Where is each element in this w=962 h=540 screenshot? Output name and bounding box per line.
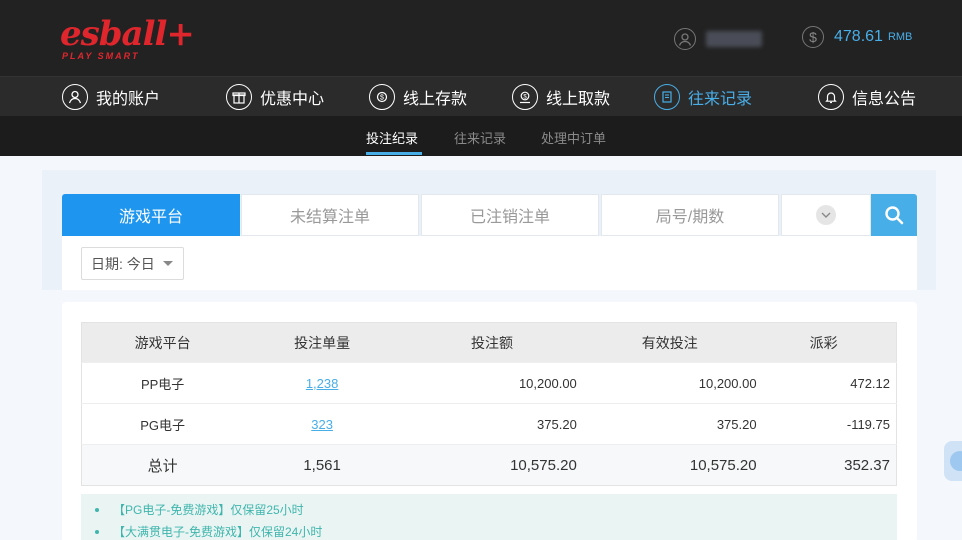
username-blurred [706,31,762,47]
col-header: 游戏平台 [81,322,244,363]
records-icon [654,84,680,110]
cell-platform: PP电子 [81,362,244,404]
bullet-icon [95,508,99,512]
cell-valid-bet: 10,200.00 [576,362,757,404]
nav-promotions[interactable]: 优惠中心 [226,83,324,111]
search-button[interactable] [871,194,917,236]
tab-unsettled[interactable]: 未结算注单 [241,194,419,236]
date-select-label: 日期: 今日 [91,255,155,272]
cell-valid-bet: 375.20 [576,403,757,445]
cell-total-valid-bet: 10,575.20 [576,444,757,486]
nav-label: 信息公告 [852,91,917,108]
deposit-icon: $ [369,84,395,110]
nav-my-account[interactable]: 我的账户 [62,83,160,111]
nav-records[interactable]: 往来记录 [654,83,752,111]
chevron-down-icon [816,205,836,225]
tab-round-number[interactable]: 局号/期数 [601,194,779,236]
col-header: 有效投注 [576,322,757,363]
date-filter-row: 日期: 今日 [62,236,917,290]
table-total-row: 总计 1,561 10,575.20 10,575.20 352.37 [81,444,897,486]
tab-game-platform[interactable]: 游戏平台 [62,194,240,236]
balance-currency: RMB [887,31,913,43]
logo-tagline: PLAY SMART [62,51,140,61]
notice-box: 【PG电子-免费游戏】仅保留25小时 【大满贯电子-免费游戏】仅保留24小时 [81,494,897,540]
brand-logo[interactable]: esball+ PLAY SMART [60,14,195,62]
count-link[interactable]: 323 [311,417,333,432]
caret-down-icon [162,261,173,266]
floating-chat-widget[interactable] [944,441,962,481]
cell-payout: -119.75 [756,403,897,445]
cell-bet: 10,200.00 [400,362,577,404]
bell-icon [818,84,844,110]
notice-item: 【大满贯电子-免费游戏】仅保留24小时 [95,521,897,540]
bet-summary-table: 游戏平台 投注单量 投注额 有效投注 派彩 PP电子 1,238 10,200.… [81,322,897,486]
user-account[interactable] [674,27,762,51]
cell-total-label: 总计 [81,444,244,486]
dollar-icon: $ [802,26,824,48]
cell-bet: 375.20 [400,403,577,445]
main-nav: 我的账户 优惠中心 $ 线上存款 $ 线上取款 往来记录 信息公告 [0,76,962,116]
cell-total-count: 1,561 [243,444,401,486]
notice-item: 【PG电子-免费游戏】仅保留25小时 [95,499,897,521]
withdraw-icon: $ [512,84,538,110]
sub-nav: 投注纪录 往来记录 处理中订单 [0,116,962,156]
subnav-active-indicator [366,152,422,155]
table-row: PP电子 1,238 10,200.00 10,200.00 472.12 [81,362,897,404]
svg-text:$: $ [380,95,384,102]
date-select[interactable]: 日期: 今日 [81,247,184,280]
user-icon [674,28,696,50]
user-icon [62,84,88,110]
balance-amount: 478.61 [834,28,883,45]
nav-label: 我的账户 [96,91,161,108]
logo-text: esball+ [60,14,195,54]
col-header: 派彩 [756,322,897,363]
subnav-pending-orders[interactable]: 处理中订单 [541,128,606,147]
col-header: 投注额 [400,322,577,363]
subnav-transactions[interactable]: 往来记录 [454,128,506,147]
subnav-bet-records[interactable]: 投注纪录 [366,128,418,147]
cell-count: 323 [243,403,401,445]
cell-total-payout: 352.37 [756,444,897,486]
top-bar: esball+ PLAY SMART $ 478.61 RMB [0,0,962,76]
gift-icon [226,84,252,110]
nav-label: 线上取款 [546,91,611,108]
cell-platform: PG电子 [81,403,244,445]
tab-cancelled[interactable]: 已注销注单 [421,194,599,236]
cell-total-bet: 10,575.20 [400,444,577,486]
table-header-row: 游戏平台 投注单量 投注额 有效投注 派彩 [81,322,897,363]
table-row: PG电子 323 375.20 375.20 -119.75 [81,403,897,445]
nav-withdraw[interactable]: $ 线上取款 [512,83,610,111]
col-header: 投注单量 [243,322,401,363]
nav-label: 线上存款 [403,91,468,108]
notice-text: 【PG电子-免费游戏】仅保留25小时 [113,503,304,517]
nav-label: 往来记录 [688,91,753,108]
nav-announcements[interactable]: 信息公告 [818,83,916,111]
notice-text: 【大满贯电子-免费游戏】仅保留24小时 [113,525,323,539]
bullet-icon [95,530,99,534]
tab-more-dropdown[interactable] [781,194,871,236]
balance-display: $ 478.61 RMB [802,26,912,48]
nav-deposit[interactable]: $ 线上存款 [369,83,467,111]
search-icon [885,206,904,225]
count-link[interactable]: 1,238 [306,376,339,391]
cell-count: 1,238 [243,362,401,404]
nav-label: 优惠中心 [260,91,325,108]
cell-payout: 472.12 [756,362,897,404]
